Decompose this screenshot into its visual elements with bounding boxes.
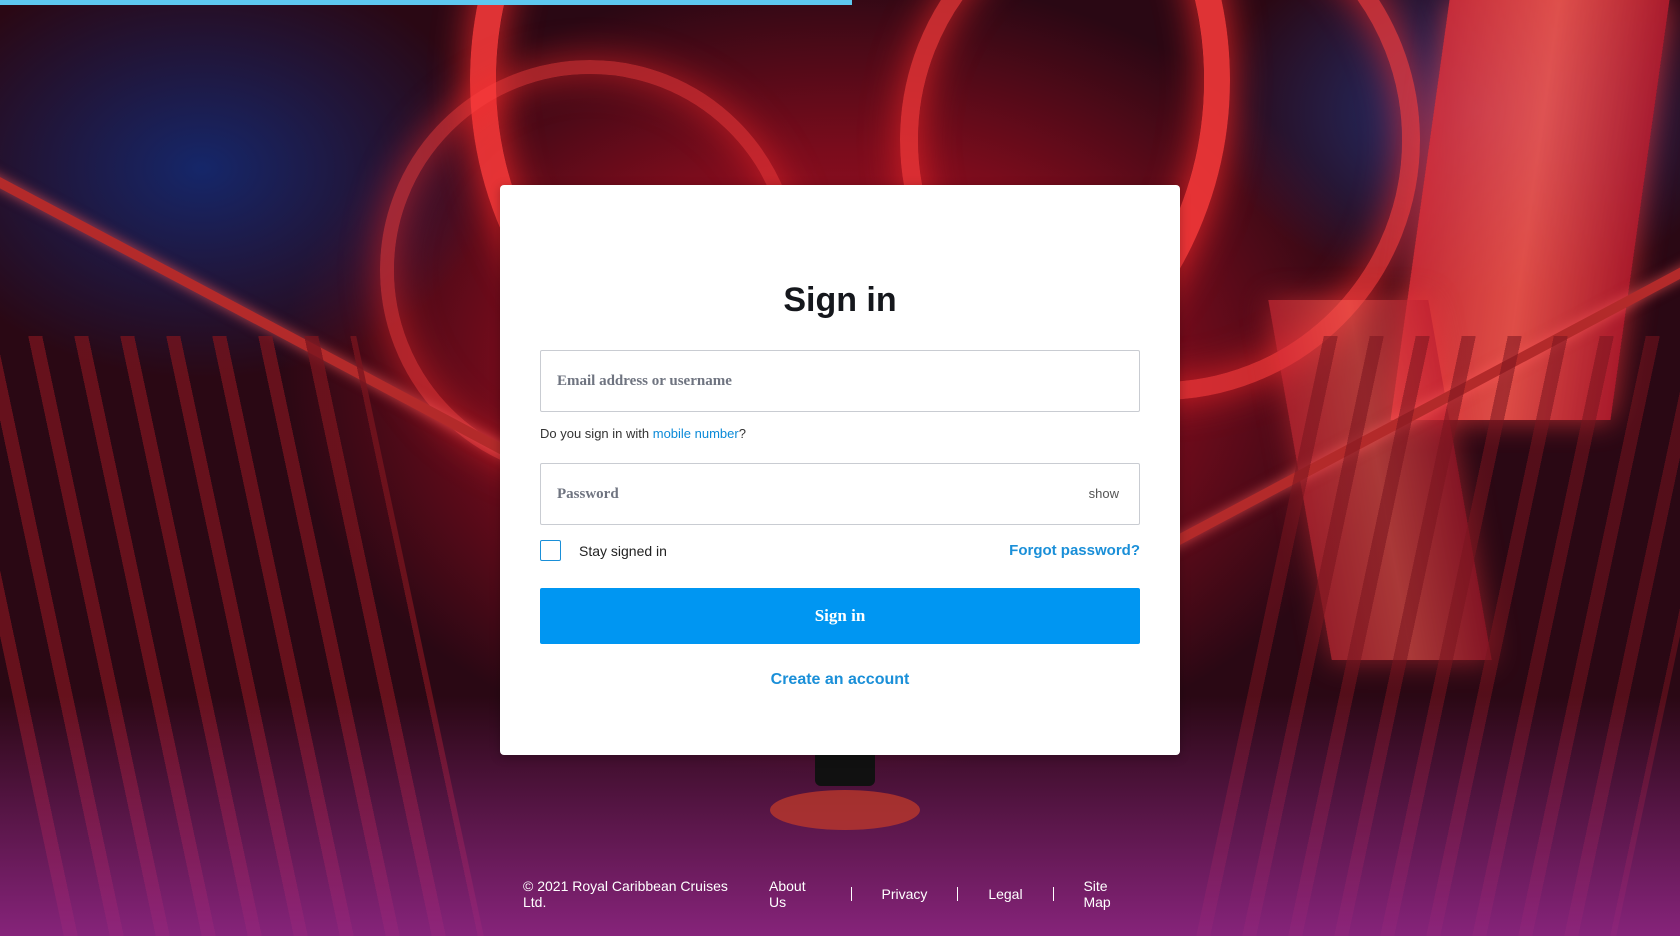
stay-signed-in-checkbox[interactable] (540, 540, 561, 561)
create-account-link[interactable]: Create an account (500, 671, 1180, 689)
email-field[interactable] (540, 350, 1140, 412)
page-title: Sign in (783, 281, 897, 319)
mobile-hint: Do you sign in with mobile number? (540, 426, 746, 441)
footer-link-sitemap[interactable]: Site Map (1053, 878, 1163, 910)
stay-signed-in-label[interactable]: Stay signed in (579, 543, 667, 559)
footer-link-about[interactable]: About Us (769, 878, 851, 910)
password-input[interactable] (541, 464, 1139, 524)
footer-link-legal[interactable]: Legal (958, 886, 1052, 902)
show-password-button[interactable]: show (1089, 486, 1119, 501)
hint-suffix: ? (738, 426, 746, 441)
loading-progress-bar (0, 0, 852, 5)
signin-card: Sign in Do you sign in with mobile numbe… (500, 185, 1180, 755)
copyright-text: © 2021 Royal Caribbean Cruises Ltd. (523, 878, 728, 910)
forgot-password-link[interactable]: Forgot password? (1009, 542, 1140, 559)
footer-link-privacy[interactable]: Privacy (852, 886, 958, 902)
mobile-number-link[interactable]: mobile number (653, 426, 739, 441)
signin-button[interactable]: Sign in (540, 588, 1140, 644)
footer: © 2021 Royal Caribbean Cruises Ltd. Abou… (523, 878, 1163, 910)
email-input[interactable] (541, 351, 1139, 411)
hint-prefix: Do you sign in with (540, 426, 653, 441)
password-field[interactable]: show (540, 463, 1140, 525)
person-shadow-shape (770, 790, 920, 830)
